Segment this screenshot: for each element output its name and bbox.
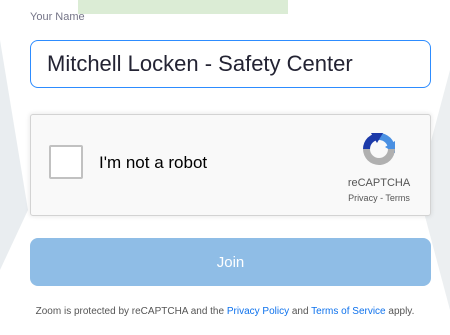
privacy-policy-link[interactable]: Privacy Policy	[227, 306, 289, 317]
footer-and: and	[289, 306, 312, 317]
join-button[interactable]: Join	[30, 238, 431, 286]
recaptcha-links: Privacy - Terms	[331, 193, 427, 203]
recaptcha-privacy-link[interactable]: Privacy	[348, 193, 378, 203]
background-decoration	[78, 0, 288, 14]
recaptcha-brand: reCAPTCHA	[347, 177, 411, 189]
recaptcha-terms-link[interactable]: Terms	[385, 193, 410, 203]
name-input[interactable]	[30, 40, 431, 88]
recaptcha-widget: I'm not a robot reCAPTCHA Privacy - Term…	[30, 114, 431, 216]
recaptcha-logo-icon	[363, 133, 395, 165]
footer-suffix: apply.	[385, 306, 415, 317]
footer-prefix: Zoom is protected by reCAPTCHA and the	[35, 306, 227, 317]
recaptcha-checkbox-label: I'm not a robot	[99, 153, 208, 172]
recaptcha-checkbox[interactable]	[49, 145, 83, 179]
background-decoration	[0, 40, 28, 270]
name-label: Your Name	[30, 11, 85, 23]
footer-notice: Zoom is protected by reCAPTCHA and the P…	[0, 306, 450, 317]
terms-of-service-link[interactable]: Terms of Service	[311, 306, 385, 317]
